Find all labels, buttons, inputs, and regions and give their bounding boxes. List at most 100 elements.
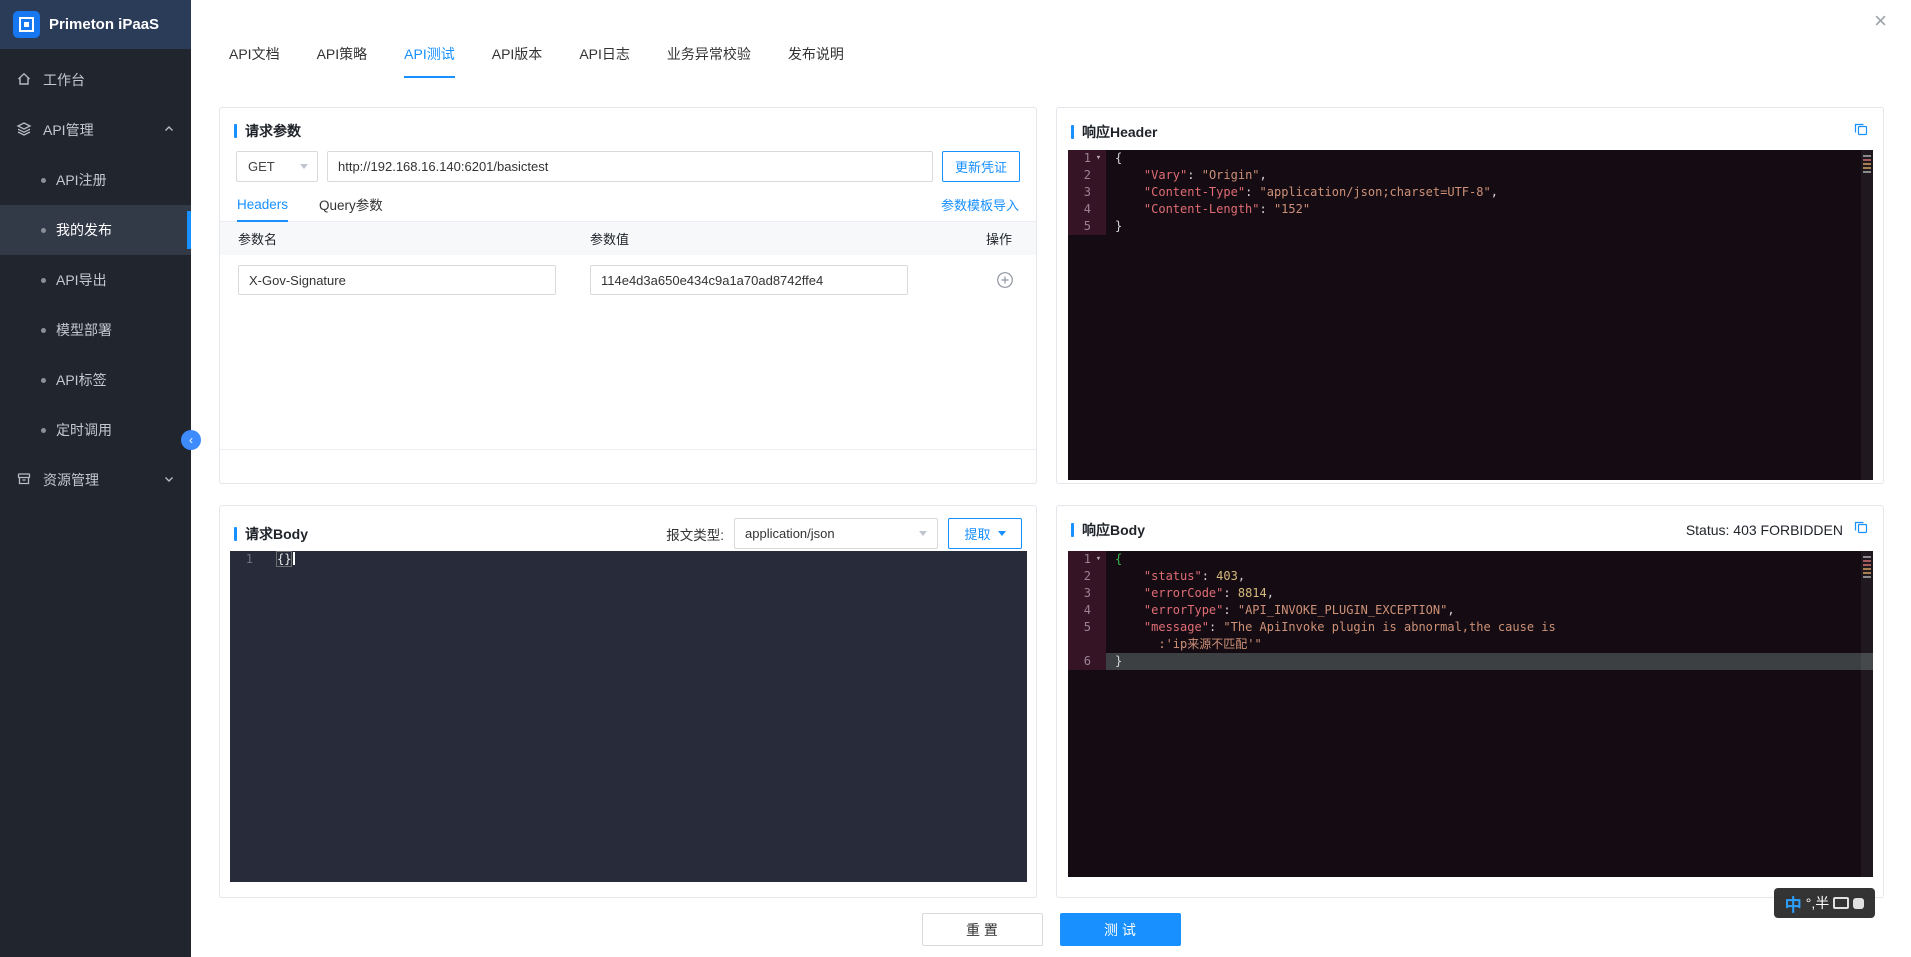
box-icon: [16, 471, 32, 490]
content-type-select[interactable]: application/json: [734, 518, 938, 549]
bullet-icon: [41, 328, 46, 333]
sidebar-item-label: 模型部署: [56, 320, 112, 340]
close-icon[interactable]: ×: [1874, 10, 1887, 32]
code-line: 2 "status": 403,: [1068, 568, 1873, 585]
extract-button[interactable]: 提取: [948, 518, 1022, 549]
response-header-panel: 响应Header 1▾{2 "Vary": "Origin",3 "Conten…: [1056, 107, 1884, 484]
code-line: 1▾{: [1068, 551, 1873, 568]
code-line: 1{}: [230, 551, 1027, 568]
code-line: 4 "Content-Length": "152": [1068, 201, 1873, 218]
main-panel: × API文档 API策略 API测试 API版本 API日志 业务异常校验 发…: [191, 0, 1911, 957]
sidebar-item-label: API导出: [56, 270, 107, 290]
bullet-icon: [41, 428, 46, 433]
brand-logo-icon: [13, 11, 40, 38]
param-value-input[interactable]: [590, 265, 908, 295]
param-table-row: [220, 255, 1036, 295]
tab-business-exception-check[interactable]: 业务异常校验: [667, 44, 751, 78]
sidebar-item-workbench[interactable]: 工作台: [0, 55, 191, 105]
bullet-icon: [41, 278, 46, 283]
screen: Primeton iPaaS 工作台 API管理 API注册: [0, 0, 1911, 957]
sidebar-item-model-deploy[interactable]: 模型部署: [0, 305, 191, 355]
param-subtabs: Headers Query参数 参数模板导入: [220, 187, 1036, 222]
copy-icon[interactable]: [1853, 121, 1869, 142]
minimap: [1861, 551, 1873, 877]
add-param-button[interactable]: [996, 271, 1018, 289]
content-type-label: 报文类型:: [666, 524, 724, 544]
subtab-headers[interactable]: Headers: [237, 187, 288, 221]
subtab-query-params[interactable]: Query参数: [319, 187, 383, 221]
bullet-icon: [41, 178, 46, 183]
tab-api-doc[interactable]: API文档: [229, 44, 280, 78]
test-button[interactable]: 测 试: [1060, 913, 1181, 946]
code-line: 2 "Vary": "Origin",: [1068, 167, 1873, 184]
section-title-text: 响应Header: [1082, 122, 1157, 142]
col-param-name: 参数名: [238, 229, 590, 248]
sidebar-item-my-publish[interactable]: 我的发布: [0, 205, 191, 255]
ime-mode-indicator[interactable]: °,半: [1806, 893, 1830, 913]
col-param-value: 参数值: [590, 229, 946, 248]
tab-api-log[interactable]: API日志: [579, 44, 630, 78]
section-title-text: 响应Body: [1082, 520, 1145, 540]
tab-api-version[interactable]: API版本: [492, 44, 543, 78]
method-select[interactable]: GET: [236, 151, 318, 182]
response-header-editor[interactable]: 1▾{2 "Vary": "Origin",3 "Content-Type": …: [1068, 150, 1873, 480]
sidebar-item-api-management[interactable]: API管理: [0, 105, 191, 155]
section-title-text: 请求参数: [245, 121, 301, 141]
section-bar: [1071, 125, 1074, 139]
ime-tool-icon[interactable]: [1853, 898, 1864, 909]
sidebar-item-resource-management[interactable]: 资源管理: [0, 455, 191, 505]
response-body-editor[interactable]: 1▾{2 "status": 403,3 "errorCode": 8814,4…: [1068, 551, 1873, 877]
sidebar-item-label: API标签: [56, 370, 107, 390]
sidebar-item-label: 工作台: [43, 70, 85, 90]
request-body-editor[interactable]: 1{}: [230, 551, 1027, 882]
code-line: 4 "errorType": "API_INVOKE_PLUGIN_EXCEPT…: [1068, 602, 1873, 619]
tab-release-notes[interactable]: 发布说明: [788, 44, 844, 78]
ime-toolbar[interactable]: 中 °,半: [1774, 888, 1875, 918]
code-line: 6}: [1068, 653, 1873, 670]
param-name-input[interactable]: [238, 265, 556, 295]
sidebar-item-api-register[interactable]: API注册: [0, 155, 191, 205]
sidebar-item-label: 我的发布: [56, 220, 112, 240]
col-operation: 操作: [986, 229, 1018, 248]
method-select-value: GET: [248, 159, 275, 174]
bullet-icon: [41, 228, 46, 233]
chevron-down-icon: [919, 531, 927, 536]
sidebar-collapse-button[interactable]: ‹: [181, 430, 201, 450]
section-title-request-body: 请求Body: [234, 524, 308, 544]
code-line: 3 "errorCode": 8814,: [1068, 585, 1873, 602]
keyboard-icon[interactable]: [1833, 897, 1849, 909]
tab-api-test[interactable]: API测试: [404, 44, 455, 78]
bullet-icon: [41, 378, 46, 383]
section-bar: [234, 124, 237, 138]
sidebar-item-api-tags[interactable]: API标签: [0, 355, 191, 405]
brand-header: Primeton iPaaS: [0, 0, 191, 49]
sidebar-item-label: API管理: [43, 120, 94, 140]
response-body-panel: 响应Body Status: 403 FORBIDDEN 1▾{2 "statu…: [1056, 505, 1884, 898]
code-line: 3 "Content-Type": "application/json;char…: [1068, 184, 1873, 201]
request-url-row: GET 更新凭证: [220, 141, 1036, 182]
chevron-down-icon: [300, 164, 308, 169]
table-bottom-divider: [220, 449, 1036, 450]
sidebar-nav: 工作台 API管理 API注册 我的发布 API导出: [0, 49, 191, 505]
sidebar-item-scheduled-call[interactable]: 定时调用: [0, 405, 191, 455]
layers-icon: [16, 121, 32, 140]
reset-button[interactable]: 重 置: [922, 913, 1043, 946]
status-badge: Status: 403 FORBIDDEN: [1686, 522, 1843, 538]
request-params-panel: 请求参数 GET 更新凭证 Headers Query参数 参数模板导入 参数名…: [219, 107, 1037, 484]
param-table-header: 参数名 参数值 操作: [220, 222, 1036, 255]
param-template-import-link[interactable]: 参数模板导入: [941, 195, 1019, 214]
copy-icon[interactable]: [1853, 519, 1869, 540]
code-line-wrap: :'ip来源不匹配'": [1068, 636, 1873, 653]
url-input[interactable]: [327, 151, 933, 182]
ime-language-indicator[interactable]: 中: [1785, 891, 1802, 916]
section-title-response-header: 响应Header: [1071, 122, 1157, 142]
refresh-credential-button[interactable]: 更新凭证: [942, 151, 1020, 182]
chevron-up-icon: [163, 122, 175, 138]
sidebar-item-api-export[interactable]: API导出: [0, 255, 191, 305]
section-title-text: 请求Body: [245, 524, 308, 544]
sidebar-item-label: 资源管理: [43, 470, 99, 490]
tab-api-policy[interactable]: API策略: [317, 44, 368, 78]
content-type-value: application/json: [745, 526, 835, 541]
chevron-down-icon: [163, 472, 175, 488]
section-bar: [234, 527, 237, 541]
